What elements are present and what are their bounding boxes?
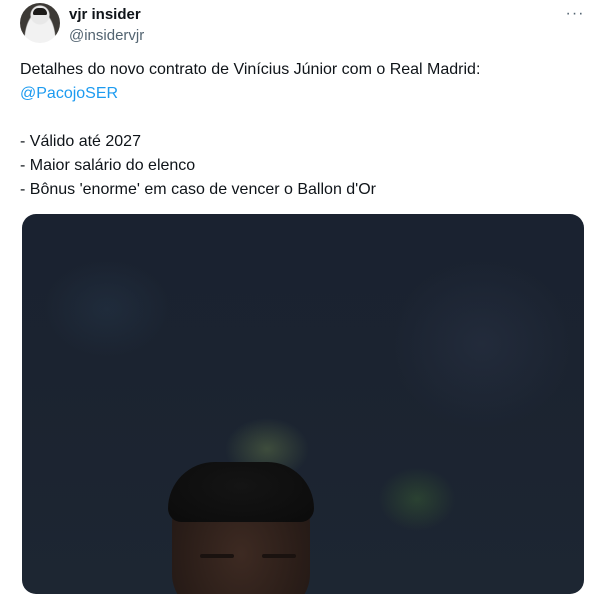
author-name[interactable]: vjr insider [69, 6, 141, 24]
tweet: vjr insider @insidervjr ··· Detalhes do … [0, 0, 595, 594]
avatar-hair [33, 8, 47, 15]
photo-subject-brow [200, 554, 234, 558]
photo-subject-hair [168, 462, 314, 522]
tweet-bullet: - Bônus 'enorme' em caso de vencer o Bal… [20, 181, 377, 198]
tweet-text-spacer [20, 106, 580, 130]
more-options-icon[interactable]: ··· [563, 4, 587, 24]
tweet-text: Detalhes do novo contrato de Vinícius Jú… [20, 58, 580, 202]
author-avatar[interactable] [20, 3, 60, 43]
mention-link[interactable]: @PacojoSER [20, 82, 580, 106]
photo-subject-brow [262, 554, 296, 558]
tweet-bullet: - Maior salário do elenco [20, 157, 196, 174]
tweet-media-photo[interactable] [22, 214, 584, 594]
tweet-text-line: Detalhes do novo contrato de Vinícius Jú… [20, 61, 481, 78]
author-handle[interactable]: @insidervjr [69, 27, 144, 45]
tweet-bullet: - Válido até 2027 [20, 133, 141, 150]
